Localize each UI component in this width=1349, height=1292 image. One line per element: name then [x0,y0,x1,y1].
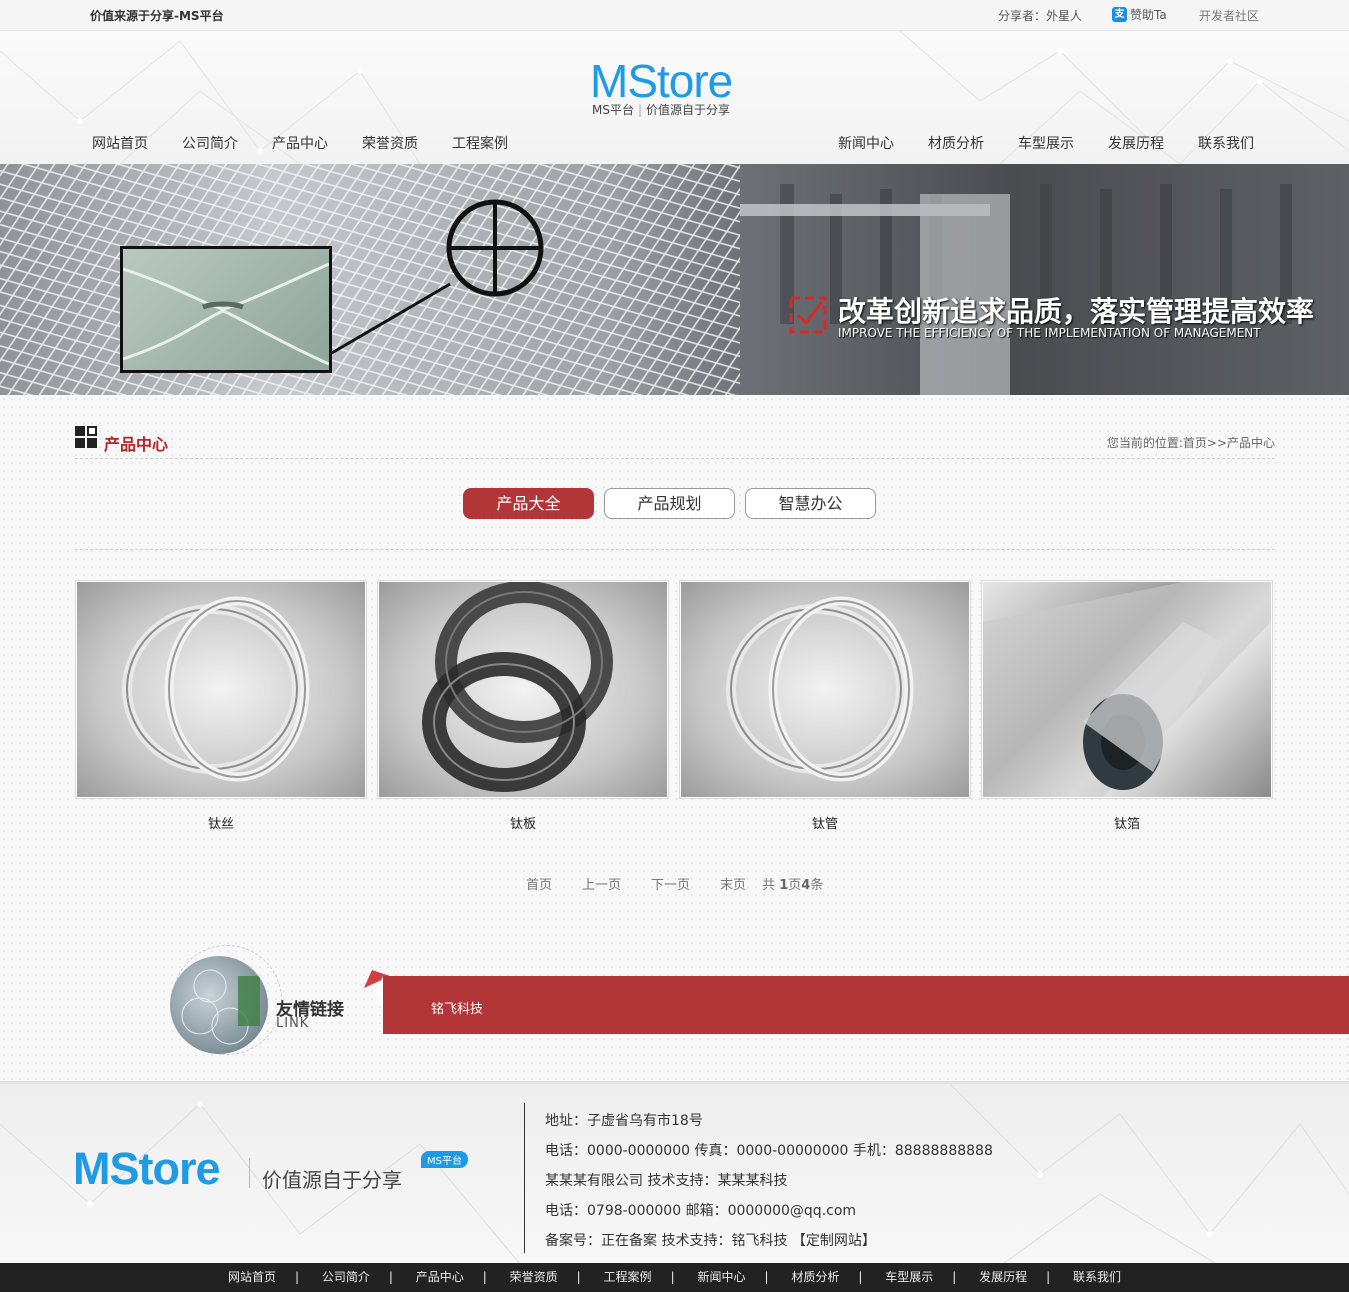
logo[interactable]: MStore [590,56,733,106]
main-nav-left: 网站首页 公司简介 产品中心 荣誉资质 工程案例 [92,133,542,153]
bottom-nav-history[interactable]: 发展历程 [979,1270,1027,1284]
header: MStore MS平台 | 价值源自于分享 网站首页 公司简介 产品中心 荣誉资质 … [0,31,1349,164]
tab-product-planning[interactable]: 产品规划 [604,488,735,519]
bottom-nav-news[interactable]: 新闻中心 [697,1270,745,1284]
ring-icon [726,596,914,782]
main-nav-right: 新闻中心 材质分析 车型展示 发展历程 联系我们 [838,133,1288,153]
footer-record: 备案号：正在备案 技术支持：铭飞科技 【定制网站】 [545,1233,876,1249]
nav-item-honors[interactable]: 荣誉资质 [362,133,418,153]
links-subtitle: LINK [276,1016,310,1031]
footer-email: 电话：0798-000000 邮箱：0000000@qq.com [545,1203,857,1219]
check-box-icon [789,296,827,334]
bottom-nav-honors[interactable]: 荣誉资质 [510,1270,558,1284]
grid-icon [75,426,99,450]
breadcrumb[interactable]: 您当前的位置:首页>>产品中心 [1107,434,1275,451]
links-photo [170,956,268,1054]
crosshair-icon [446,199,544,297]
foil-roll-icon [983,582,1271,797]
footer-badge: MS平台 [421,1151,468,1168]
product-list: 钛丝 钛板 钛管 钛箔 [75,580,1283,832]
coil-icon [422,582,613,792]
banner-slogan-cn: 改革创新追求品质，落实管理提高效率 [838,295,1315,328]
footer-company: 某某某有限公司 技术支持：某某某科技 [545,1173,788,1189]
nav-item-contact[interactable]: 联系我们 [1198,133,1254,153]
pager-prev[interactable]: 上一页 [582,874,621,893]
nav-item-history[interactable]: 发展历程 [1108,133,1164,153]
bottom-nav-contact[interactable]: 联系我们 [1073,1270,1121,1284]
footer-address: 地址：子虚省乌有市18号 [545,1113,703,1129]
bottom-nav-products[interactable]: 产品中心 [416,1270,464,1284]
product-thumbnail[interactable] [377,580,669,799]
bottom-nav-models[interactable]: 车型展示 [885,1270,933,1284]
top-bar: 价值来源于分享-MS平台 分享者：外星人 支 赞助Ta 开发者社区 [0,0,1349,31]
ring-icon [122,596,310,782]
product-card[interactable]: 钛丝 [75,580,367,832]
bottom-nav-about[interactable]: 公司简介 [322,1270,370,1284]
product-thumbnail[interactable] [679,580,971,799]
bottom-nav: 网站首页 | 公司简介 | 产品中心 | 荣誉资质 | 工程案例 | 新闻中心 | 材质分析… [0,1263,1349,1292]
footer-divider [524,1103,525,1253]
alipay-icon: 支 [1112,7,1127,22]
product-name[interactable]: 钛管 [679,813,971,832]
footer-tagline: 价值源自于分享 [262,1168,402,1192]
pager-next[interactable]: 下一页 [651,874,690,893]
tab-smart-office[interactable]: 智慧办公 [745,488,876,519]
bottom-nav-home[interactable]: 网站首页 [228,1270,276,1284]
product-name[interactable]: 钛丝 [75,813,367,832]
product-thumbnail[interactable] [75,580,367,799]
banner-slogan-en: IMPROVE THE EFFICIENCY OF THE IMPLEMENTA… [838,326,1261,340]
bottom-nav-materials[interactable]: 材质分析 [791,1270,839,1284]
nav-item-products[interactable]: 产品中心 [272,133,328,153]
pager-last[interactable]: 末页 [720,874,746,893]
hero-banner: 改革创新追求品质，落实管理提高效率 IMPROVE THE EFFICIENCY… [0,164,1349,395]
footer-contact-info: 地址：子虚省乌有市18号 电话：0000-0000000 传真：0000-000… [545,1106,993,1256]
site-slogan: 价值来源于分享-MS平台 [90,9,224,23]
tabs-divider [75,549,1275,550]
mesh-closeup-inset [120,246,332,373]
product-name[interactable]: 钛箔 [981,813,1273,832]
sharer-label: 分享者：外星人 [998,9,1083,23]
nav-item-cases[interactable]: 工程案例 [452,133,508,153]
footer-phone: 电话：0000-0000000 传真：0000-00000000 手机：8888… [545,1143,993,1159]
product-name[interactable]: 钛板 [377,813,669,832]
friend-link[interactable]: 铭飞科技 [431,998,483,1017]
logo-sub-platform: MS平台 [592,103,634,117]
nav-item-materials[interactable]: 材质分析 [928,133,984,153]
category-tabs: 产品大全 产品规划 智慧办公 [463,488,886,519]
logo-sub-tagline: 价值源自于分享 [646,103,731,117]
section-header: 产品中心 您当前的位置:首页>>产品中心 [75,422,1275,459]
pagination: 首页 上一页 下一页 末页 共 1页4条 [526,874,823,893]
links-ribbon: 铭飞科技 [383,976,1349,1034]
tab-all-products[interactable]: 产品大全 [463,488,594,519]
footer-logo-divider [249,1158,250,1188]
footer-logo[interactable]: MStore [73,1143,221,1195]
pager-total: 共 1页4条 [762,878,824,893]
nav-item-about[interactable]: 公司简介 [182,133,238,153]
donate-label: 赞助Ta [1130,8,1167,22]
section-title: 产品中心 [104,435,169,454]
nav-item-models[interactable]: 车型展示 [1018,133,1074,153]
product-card[interactable]: 钛箔 [981,580,1273,832]
product-thumbnail[interactable] [981,580,1273,799]
bottom-nav-cases[interactable]: 工程案例 [604,1270,652,1284]
nav-item-home[interactable]: 网站首页 [92,133,148,153]
pager-first[interactable]: 首页 [526,874,552,893]
nav-item-news[interactable]: 新闻中心 [838,133,894,153]
product-card[interactable]: 钛管 [679,580,971,832]
product-card[interactable]: 钛板 [377,580,669,832]
logo-subtitle: MS平台 | 价值源自于分享 [592,103,731,117]
donate-link[interactable]: 支 赞助Ta [1112,6,1167,23]
developer-community-link[interactable]: 开发者社区 [1199,7,1259,24]
footer: MStore 价值源自于分享 MS平台 地址：子虚省乌有市18号 电话：0000… [0,1081,1349,1263]
